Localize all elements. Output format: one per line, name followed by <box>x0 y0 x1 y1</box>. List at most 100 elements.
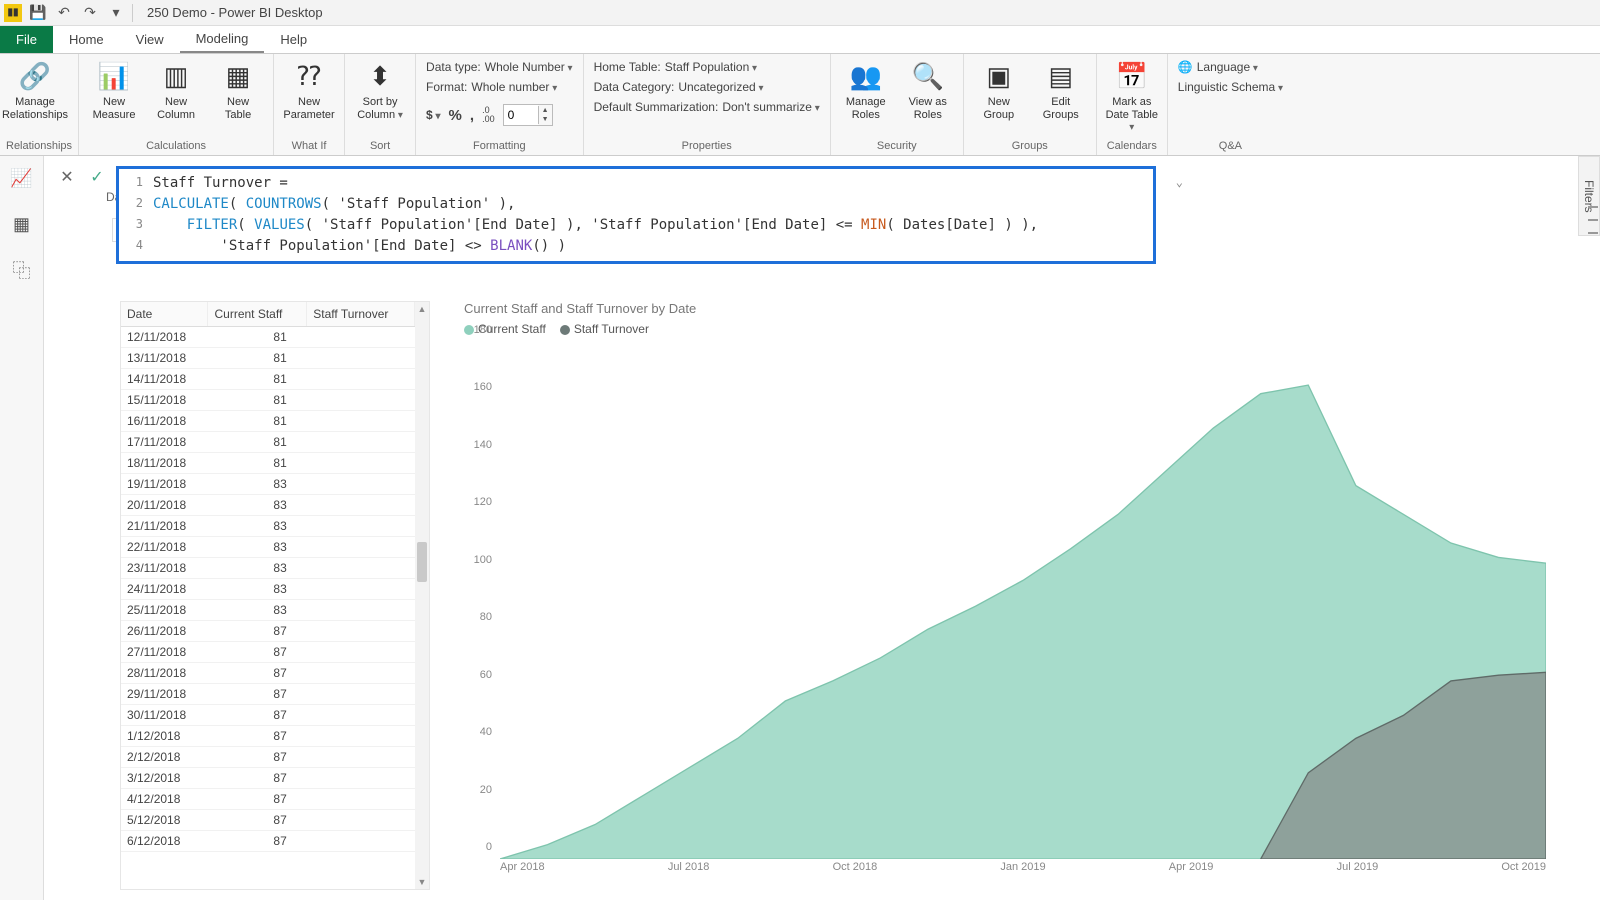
table-row[interactable]: 27/11/201887 <box>121 642 415 663</box>
redo-button[interactable]: ↷ <box>80 3 100 23</box>
data-view-button[interactable]: ▦ <box>8 210 36 238</box>
decimals-icon: .0 .00 <box>482 106 495 124</box>
group-sort-label: Sort <box>351 138 409 155</box>
table-row[interactable]: 3/12/201887 <box>121 768 415 789</box>
sort-by-column-button[interactable]: ⬍Sort by Column <box>351 56 409 121</box>
manage-roles-icon: 👥 <box>848 58 884 94</box>
qat-customize[interactable]: ▾ <box>106 3 126 23</box>
chart-plot-area <box>500 342 1546 859</box>
decimals-input[interactable] <box>504 105 538 125</box>
sort-icon: ⬍ <box>362 58 398 94</box>
save-button[interactable]: 💾 <box>28 3 48 23</box>
scroll-up-icon[interactable]: ▲ <box>415 304 429 314</box>
home-table-dropdown[interactable]: Home Table:Staff Population <box>594 60 820 74</box>
thousands-button[interactable]: , <box>470 107 474 124</box>
table-row[interactable]: 24/11/201883 <box>121 579 415 600</box>
calendar-icon: 📅 <box>1114 58 1150 94</box>
decimals-spinner[interactable]: ▲▼ <box>503 104 553 126</box>
table-row[interactable]: 15/11/201881 <box>121 390 415 411</box>
table-row[interactable]: 29/11/201887 <box>121 684 415 705</box>
parameter-icon: ⁇ <box>291 58 327 94</box>
linguistic-schema-dropdown[interactable]: Linguistic Schema <box>1178 80 1283 94</box>
scroll-down-icon[interactable]: ▼ <box>415 877 429 887</box>
table-row[interactable]: 21/11/201883 <box>121 516 415 537</box>
tab-file[interactable]: File <box>0 26 53 53</box>
manage-relationships-button[interactable]: 🔗 Manage Relationships <box>6 56 64 121</box>
view-as-roles-button[interactable]: 🔍View as Roles <box>899 56 957 121</box>
currency-button[interactable]: $ <box>426 108 441 122</box>
formula-bar[interactable]: 1Staff Turnover = 2CALCULATE( COUNTROWS(… <box>116 166 1156 264</box>
table-row[interactable]: 16/11/201881 <box>121 411 415 432</box>
group-security-label: Security <box>837 138 957 155</box>
table-row[interactable]: 14/11/201881 <box>121 369 415 390</box>
group-formatting-label: Formatting <box>422 138 577 155</box>
table-row[interactable]: 18/11/201881 <box>121 453 415 474</box>
data-type-dropdown[interactable]: Data type: Whole Number <box>426 60 573 74</box>
table-row[interactable]: 4/12/201887 <box>121 789 415 810</box>
data-category-dropdown[interactable]: Data Category:Uncategorized <box>594 80 820 94</box>
tab-modeling[interactable]: Modeling <box>180 26 265 53</box>
edit-groups-button[interactable]: ▤Edit Groups <box>1032 56 1090 121</box>
table-row[interactable]: 25/11/201883 <box>121 600 415 621</box>
table-row[interactable]: 6/12/201887 <box>121 831 415 852</box>
new-measure-button[interactable]: 📊New Measure <box>85 56 143 121</box>
tab-help[interactable]: Help <box>264 26 323 53</box>
tab-home[interactable]: Home <box>53 26 120 53</box>
table-row[interactable]: 12/11/201881 <box>121 327 415 348</box>
percent-button[interactable]: % <box>449 107 462 124</box>
column-icon: ▥ <box>158 58 194 94</box>
formula-commit-button[interactable]: ✓ <box>86 166 108 188</box>
formula-expand-button[interactable]: ⌄ <box>1176 173 1183 191</box>
report-canvas[interactable]: Date 1/0... ✕ ✓ 1Staff Turnover = 2CALCU… <box>44 156 1576 900</box>
language-dropdown[interactable]: 🌐Language <box>1178 60 1283 74</box>
chart-y-axis: 020406080100120140160180 <box>464 342 496 859</box>
tab-view[interactable]: View <box>120 26 180 53</box>
table-row[interactable]: 22/11/201883 <box>121 537 415 558</box>
table-row[interactable]: 19/11/201883 <box>121 474 415 495</box>
format-dropdown[interactable]: Format: Whole number <box>426 80 573 94</box>
new-group-button[interactable]: ▣New Group <box>970 56 1028 121</box>
table-visual[interactable]: DateCurrent StaffStaff Turnover 12/11/20… <box>120 301 430 890</box>
spin-up[interactable]: ▲ <box>538 106 552 115</box>
new-table-button[interactable]: ▦New Table <box>209 56 267 121</box>
relationships-icon: 🔗 <box>17 58 53 94</box>
area-chart-visual[interactable]: Current Staff and Staff Turnover by Date… <box>464 301 1546 890</box>
edit-groups-icon: ▤ <box>1043 58 1079 94</box>
formula-line-2: CALCULATE( COUNTROWS( 'Staff Population'… <box>153 194 515 215</box>
group-qa-label: Q&A <box>1174 138 1287 155</box>
formula-cancel-button[interactable]: ✕ <box>56 166 78 188</box>
view-switcher: 📈 ▦ ⿻ <box>0 156 44 900</box>
model-view-button[interactable]: ⿻ <box>8 256 36 284</box>
formula-line-3: FILTER( VALUES( 'Staff Population'[End D… <box>153 215 1038 236</box>
new-parameter-button[interactable]: ⁇New Parameter <box>280 56 338 121</box>
globe-icon: 🌐 <box>1178 60 1193 74</box>
table-row[interactable]: 28/11/201887 <box>121 663 415 684</box>
table-row[interactable]: 23/11/201883 <box>121 558 415 579</box>
undo-button[interactable]: ↶ <box>54 3 74 23</box>
group-calendars-label: Calendars <box>1103 138 1161 155</box>
table-header[interactable]: Date <box>121 302 208 327</box>
summarization-dropdown[interactable]: Default Summarization:Don't summarize <box>594 100 820 114</box>
scroll-thumb[interactable] <box>417 542 427 582</box>
pane-resize-handle[interactable] <box>1588 200 1598 240</box>
app-icon: ▮▮ <box>4 4 22 22</box>
table-row[interactable]: 20/11/201883 <box>121 495 415 516</box>
manage-roles-button[interactable]: 👥Manage Roles <box>837 56 895 121</box>
new-column-button[interactable]: ▥New Column <box>147 56 205 121</box>
spin-down[interactable]: ▼ <box>538 115 552 124</box>
table-row[interactable]: 13/11/201881 <box>121 348 415 369</box>
report-view-button[interactable]: 📈 <box>8 164 36 192</box>
table-header[interactable]: Staff Turnover <box>307 302 415 327</box>
table-row[interactable]: 2/12/201887 <box>121 747 415 768</box>
table-scrollbar[interactable]: ▲ ▼ <box>415 302 429 889</box>
new-group-icon: ▣ <box>981 58 1017 94</box>
mark-date-table-button[interactable]: 📅Mark as Date Table <box>1103 56 1161 134</box>
table-row[interactable]: 1/12/201887 <box>121 726 415 747</box>
table-row[interactable]: 5/12/201887 <box>121 810 415 831</box>
table-header[interactable]: Current Staff <box>208 302 307 327</box>
measure-icon: 📊 <box>96 58 132 94</box>
group-relationships-label: Relationships <box>6 138 72 155</box>
table-row[interactable]: 26/11/201887 <box>121 621 415 642</box>
table-row[interactable]: 17/11/201881 <box>121 432 415 453</box>
table-row[interactable]: 30/11/201887 <box>121 705 415 726</box>
